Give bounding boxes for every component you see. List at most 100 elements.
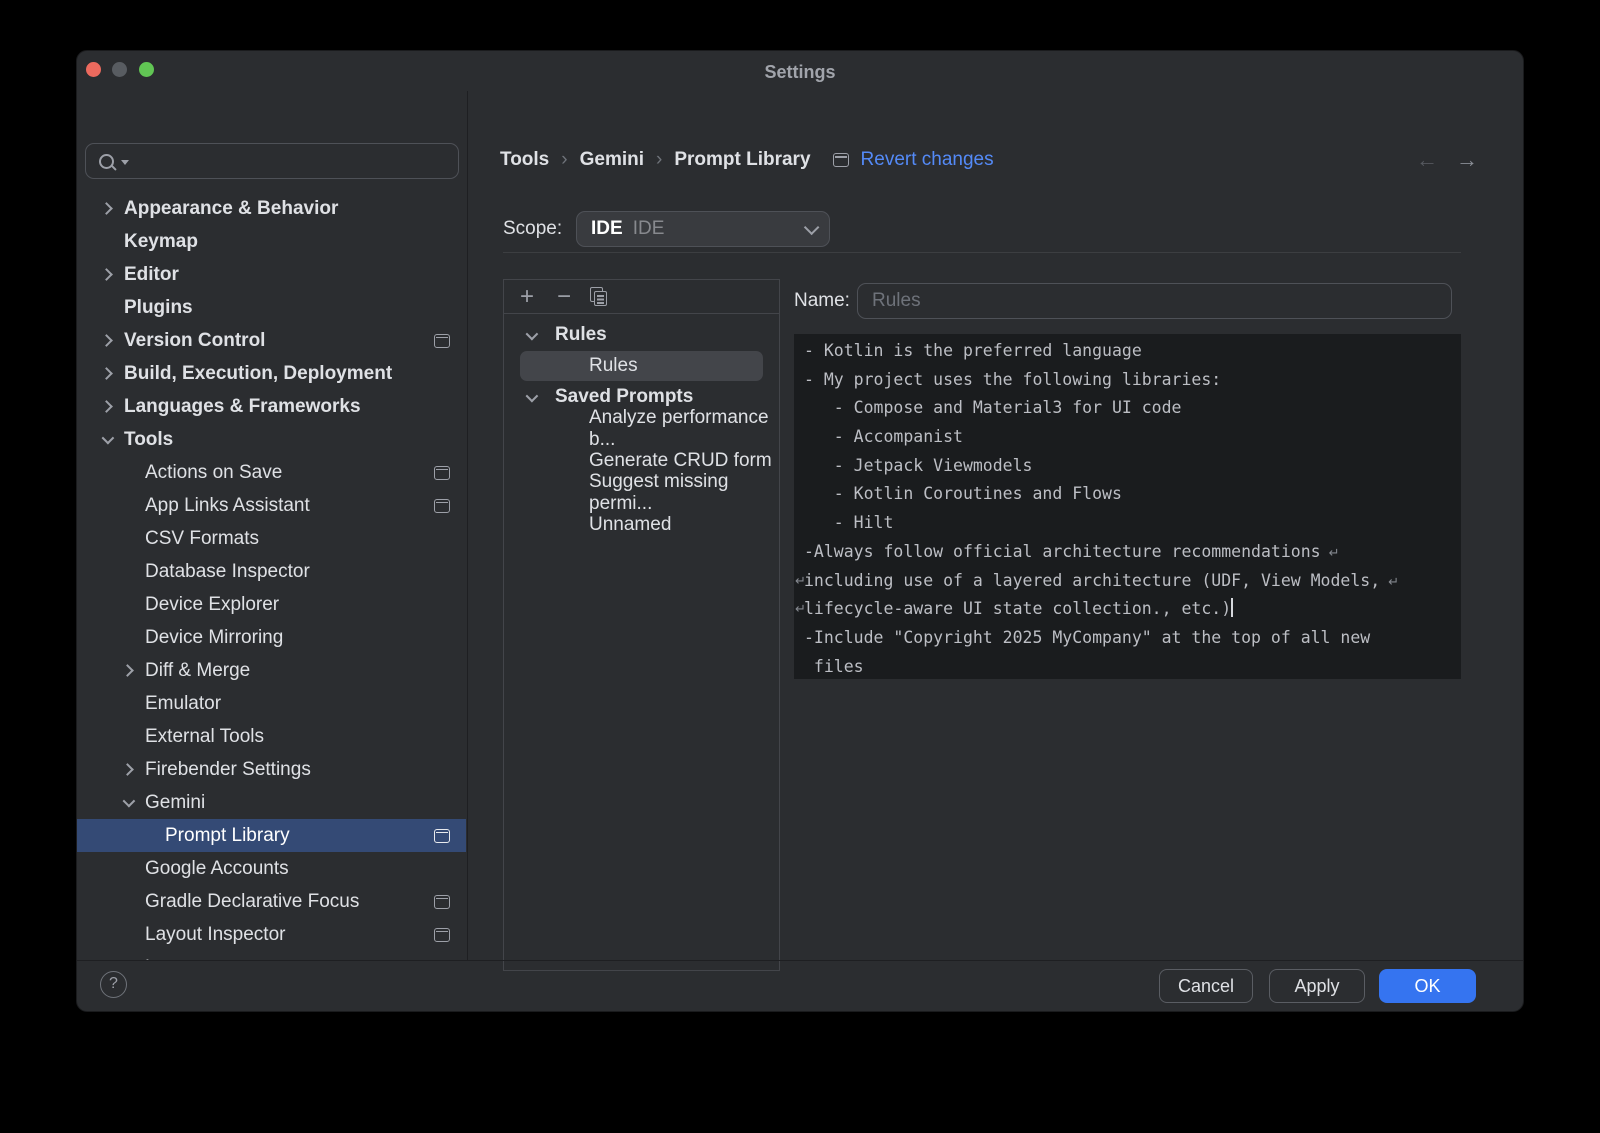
chevron-right-icon[interactable] bbox=[123, 666, 145, 675]
sidebar-item-label: Device Explorer bbox=[145, 594, 279, 616]
project-settings-icon bbox=[434, 895, 450, 909]
prompt-text-editor[interactable]: - Kotlin is the preferred language - My p… bbox=[794, 334, 1461, 679]
sidebar-item-diff-merge[interactable]: Diff & Merge bbox=[77, 654, 466, 687]
sidebar-item-app-links-assistant[interactable]: App Links Assistant bbox=[77, 489, 466, 522]
back-arrow-icon[interactable]: ← bbox=[1416, 147, 1438, 173]
project-settings-icon bbox=[434, 829, 450, 843]
sidebar-item-csv-formats[interactable]: CSV Formats bbox=[77, 522, 466, 555]
sidebar-item-build-execution-deployment[interactable]: Build, Execution, Deployment bbox=[77, 357, 466, 390]
chevron-right-icon[interactable] bbox=[102, 204, 124, 213]
chevron-down-icon[interactable] bbox=[526, 393, 548, 402]
sidebar-item-database-inspector[interactable]: Database Inspector bbox=[77, 555, 466, 588]
sidebar-item-prompt-library[interactable]: Prompt Library bbox=[77, 819, 466, 852]
editor-line-text: - Kotlin is the preferred language bbox=[804, 341, 1142, 360]
breadcrumb-items: Tools›Gemini›Prompt Library bbox=[500, 149, 811, 171]
name-input-value: Rules bbox=[872, 290, 921, 312]
settings-search-input[interactable] bbox=[85, 143, 459, 179]
soft-wrap-end-icon: ↵ bbox=[1329, 546, 1340, 561]
prompt-tree-label: Analyze performance b... bbox=[589, 407, 779, 451]
prompt-tree-label: Rules bbox=[555, 324, 607, 346]
prompt-tree-item-rules[interactable]: Rules bbox=[520, 351, 763, 381]
prompt-tree-label: Unnamed bbox=[589, 514, 671, 536]
editor-line: files bbox=[804, 653, 1451, 679]
project-settings-icon bbox=[434, 466, 450, 480]
prompt-tree: RulesRulesSaved PromptsAnalyze performan… bbox=[504, 314, 779, 541]
sidebar-item-appearance-behavior[interactable]: Appearance & Behavior bbox=[77, 192, 466, 225]
editor-line-text: including use of a layered architecture … bbox=[804, 571, 1380, 590]
editor-line-text: files bbox=[804, 657, 864, 676]
sidebar-item-external-tools[interactable]: External Tools bbox=[77, 720, 466, 753]
sidebar-item-label: Appearance & Behavior bbox=[124, 198, 338, 220]
editor-line: ↵including use of a layered architecture… bbox=[804, 567, 1451, 596]
remove-prompt-button[interactable]: − bbox=[553, 283, 575, 311]
prompt-tree-group-rules[interactable]: Rules bbox=[504, 319, 779, 351]
chevron-right-icon[interactable] bbox=[123, 765, 145, 774]
prompt-tree-label: Suggest missing permi... bbox=[589, 471, 779, 515]
add-prompt-button[interactable]: + bbox=[516, 283, 538, 311]
sidebar-item-editor[interactable]: Editor bbox=[77, 258, 466, 291]
sidebar-item-gemini[interactable]: Gemini bbox=[77, 786, 466, 819]
dialog-footer: ? Cancel Apply OK bbox=[77, 960, 1523, 1011]
copy-prompt-button[interactable] bbox=[590, 287, 607, 306]
prompt-tree-item-suggest-missing-permi[interactable]: Suggest missing permi... bbox=[504, 477, 779, 509]
sidebar-item-gradle-declarative-focus[interactable]: Gradle Declarative Focus bbox=[77, 885, 466, 918]
editor-line: -Always follow official architecture rec… bbox=[804, 538, 1451, 567]
prompt-tree-item-analyze-performance-b[interactable]: Analyze performance b... bbox=[504, 413, 779, 445]
chevron-right-icon[interactable] bbox=[102, 270, 124, 279]
editor-line-text: -Include "Copyright 2025 MyCompany" at t… bbox=[804, 628, 1370, 647]
ok-button[interactable]: OK bbox=[1379, 969, 1476, 1003]
sidebar-item-emulator[interactable]: Emulator bbox=[77, 687, 466, 720]
help-button[interactable]: ? bbox=[100, 971, 127, 998]
sidebar-item-device-mirroring[interactable]: Device Mirroring bbox=[77, 621, 466, 654]
sidebar-item-device-explorer[interactable]: Device Explorer bbox=[77, 588, 466, 621]
scope-select[interactable]: IDE IDE bbox=[576, 211, 830, 247]
desktop-background: Settings Appearance & BehaviorKeymapEdit… bbox=[0, 0, 1600, 1133]
sidebar-item-google-accounts[interactable]: Google Accounts bbox=[77, 852, 466, 885]
sidebar-item-label: Google Accounts bbox=[145, 858, 289, 880]
cancel-button[interactable]: Cancel bbox=[1159, 969, 1253, 1003]
settings-tree: Appearance & Behavior KeymapEditor Plugins… bbox=[77, 192, 466, 961]
editor-line-text: - My project uses the following librarie… bbox=[804, 370, 1221, 389]
chevron-down-icon[interactable] bbox=[102, 435, 124, 444]
editor-line-text: -Always follow official architecture rec… bbox=[804, 542, 1321, 561]
sidebar-item-label: Build, Execution, Deployment bbox=[124, 363, 392, 385]
chevron-down-icon[interactable] bbox=[123, 798, 145, 807]
sidebar-item-languages-frameworks[interactable]: Languages & Frameworks bbox=[77, 390, 466, 423]
sidebar-item-label: Languages & Frameworks bbox=[124, 396, 361, 418]
chevron-right-icon[interactable] bbox=[102, 369, 124, 378]
sidebar-item-tools[interactable]: Tools bbox=[77, 423, 466, 456]
sidebar-item-plugins[interactable]: Plugins bbox=[77, 291, 466, 324]
project-settings-icon bbox=[434, 334, 450, 348]
name-input[interactable]: Rules bbox=[857, 283, 1452, 319]
sidebar-item-version-control[interactable]: Version Control bbox=[77, 324, 466, 357]
sidebar-item-label: Firebender Settings bbox=[145, 759, 311, 781]
history-nav: ← → bbox=[1416, 147, 1478, 173]
sidebar-item-label: Gradle Declarative Focus bbox=[145, 891, 359, 913]
prompt-list-panel: + − RulesRulesSaved PromptsAnalyze perfo… bbox=[503, 279, 780, 971]
chevron-right-icon[interactable] bbox=[102, 402, 124, 411]
sidebar-item-firebender-settings[interactable]: Firebender Settings bbox=[77, 753, 466, 786]
project-settings-icon bbox=[833, 153, 849, 167]
name-label: Name: bbox=[794, 283, 850, 319]
breadcrumb-tools[interactable]: Tools bbox=[500, 149, 549, 171]
breadcrumb-prompt-library[interactable]: Prompt Library bbox=[674, 149, 810, 171]
breadcrumb-gemini[interactable]: Gemini bbox=[580, 149, 644, 171]
sidebar-item-label: Plugins bbox=[124, 297, 193, 319]
sidebar-item-label: Database Inspector bbox=[145, 561, 310, 583]
forward-arrow-icon[interactable]: → bbox=[1456, 147, 1478, 173]
sidebar-item-keymap[interactable]: Keymap bbox=[77, 225, 466, 258]
scope-value-secondary: IDE bbox=[633, 218, 665, 240]
sidebar-item-label: App Links Assistant bbox=[145, 495, 310, 517]
sidebar-item-label: External Tools bbox=[145, 726, 264, 748]
chevron-down-icon[interactable] bbox=[526, 331, 548, 340]
chevron-down-icon bbox=[804, 219, 820, 235]
apply-button[interactable]: Apply bbox=[1269, 969, 1365, 1003]
editor-line: ↵lifecycle-aware UI state collection., e… bbox=[804, 595, 1451, 624]
editor-line-text: - Accompanist bbox=[804, 427, 963, 446]
sidebar-item-actions-on-save[interactable]: Actions on Save bbox=[77, 456, 466, 489]
editor-line: - My project uses the following librarie… bbox=[804, 366, 1451, 395]
breadcrumb: Tools›Gemini›Prompt Library Revert chang… bbox=[500, 143, 1478, 177]
chevron-right-icon[interactable] bbox=[102, 336, 124, 345]
revert-changes-link[interactable]: Revert changes bbox=[861, 149, 994, 171]
sidebar-item-layout-inspector[interactable]: Layout Inspector bbox=[77, 918, 466, 951]
